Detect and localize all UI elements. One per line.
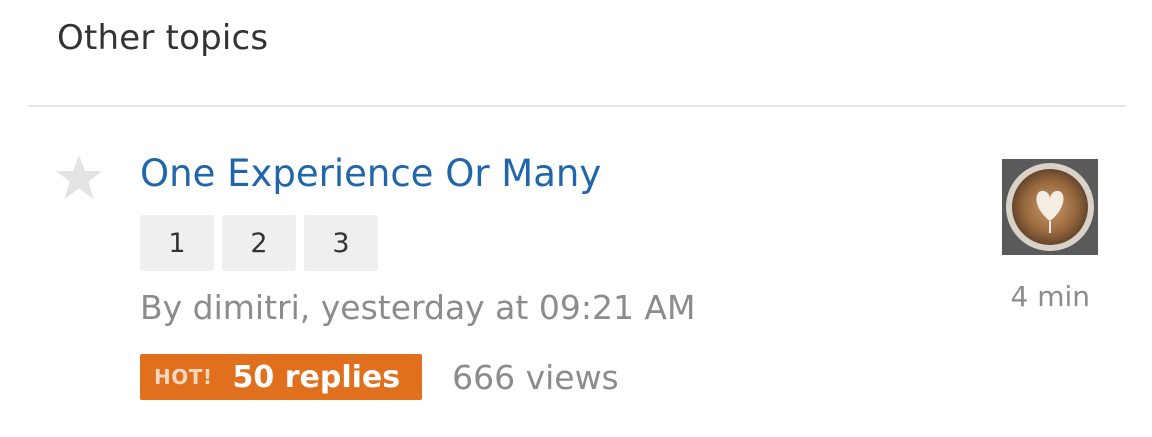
views-count: 666 views — [452, 357, 619, 397]
page-3-button[interactable]: 3 — [304, 215, 378, 271]
page-2-button[interactable]: 2 — [222, 215, 296, 271]
page-1-button[interactable]: 1 — [140, 215, 214, 271]
divider — [28, 105, 1126, 107]
topic-meta: By dimitri, yesterday at 09:21 AM — [140, 288, 696, 327]
star-icon[interactable] — [55, 154, 103, 200]
hot-badge: HOT! 50 replies — [140, 354, 423, 400]
latte-art-avatar[interactable] — [1002, 159, 1098, 255]
replies-count: 50 replies — [232, 359, 401, 395]
topic-stats: HOT! 50 replies 666 views — [140, 354, 619, 400]
pagination: 1 2 3 — [140, 215, 378, 271]
hot-label: HOT! — [154, 365, 213, 389]
section-title: Other topics — [57, 18, 269, 58]
topic-title-link[interactable]: One Experience Or Many — [140, 152, 601, 195]
last-post-time: 4 min — [1010, 280, 1090, 313]
